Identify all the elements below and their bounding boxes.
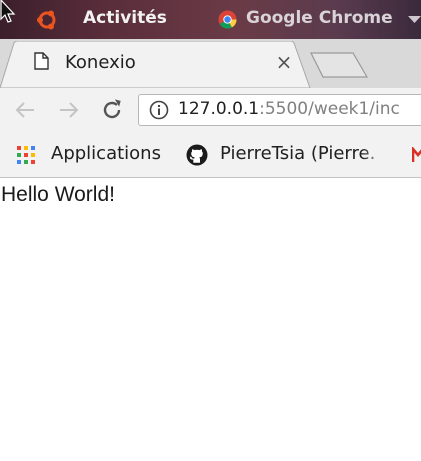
mouse-pointer-icon [0,0,16,23]
chrome-icon[interactable] [218,10,237,29]
close-icon[interactable]: × [274,51,294,73]
url-text[interactable]: 127.0.0.1:5500/week1/inc [178,99,421,119]
ubuntu-logo-icon[interactable] [36,9,58,31]
url-path: :5500/week1/inc [259,99,400,119]
app-menu-label[interactable]: Google Chrome [246,8,393,28]
bookmark-applications[interactable]: Applications [51,143,161,164]
github-icon[interactable] [186,144,208,166]
bookmark-github-text: PierreTsia (Pierre. [220,143,376,164]
reload-icon[interactable] [100,98,124,122]
page-body-text: Hello World! [1,183,115,206]
chevron-down-icon[interactable] [408,16,421,24]
gmail-icon[interactable] [412,147,421,163]
url-host: 127.0.0.1 [178,99,260,119]
forward-arrow-icon[interactable] [58,99,80,121]
label-fade [362,143,392,164]
new-tab-button[interactable] [309,52,369,78]
info-icon[interactable] [148,99,170,121]
activities-button[interactable]: Activités [83,8,167,28]
apps-grid-icon[interactable] [16,145,36,165]
back-arrow-icon[interactable] [14,99,36,121]
bookmark-github[interactable]: PierreTsia (Pierre. [220,143,392,164]
page-icon [34,52,49,70]
tab-title[interactable]: Konexio [65,52,136,73]
